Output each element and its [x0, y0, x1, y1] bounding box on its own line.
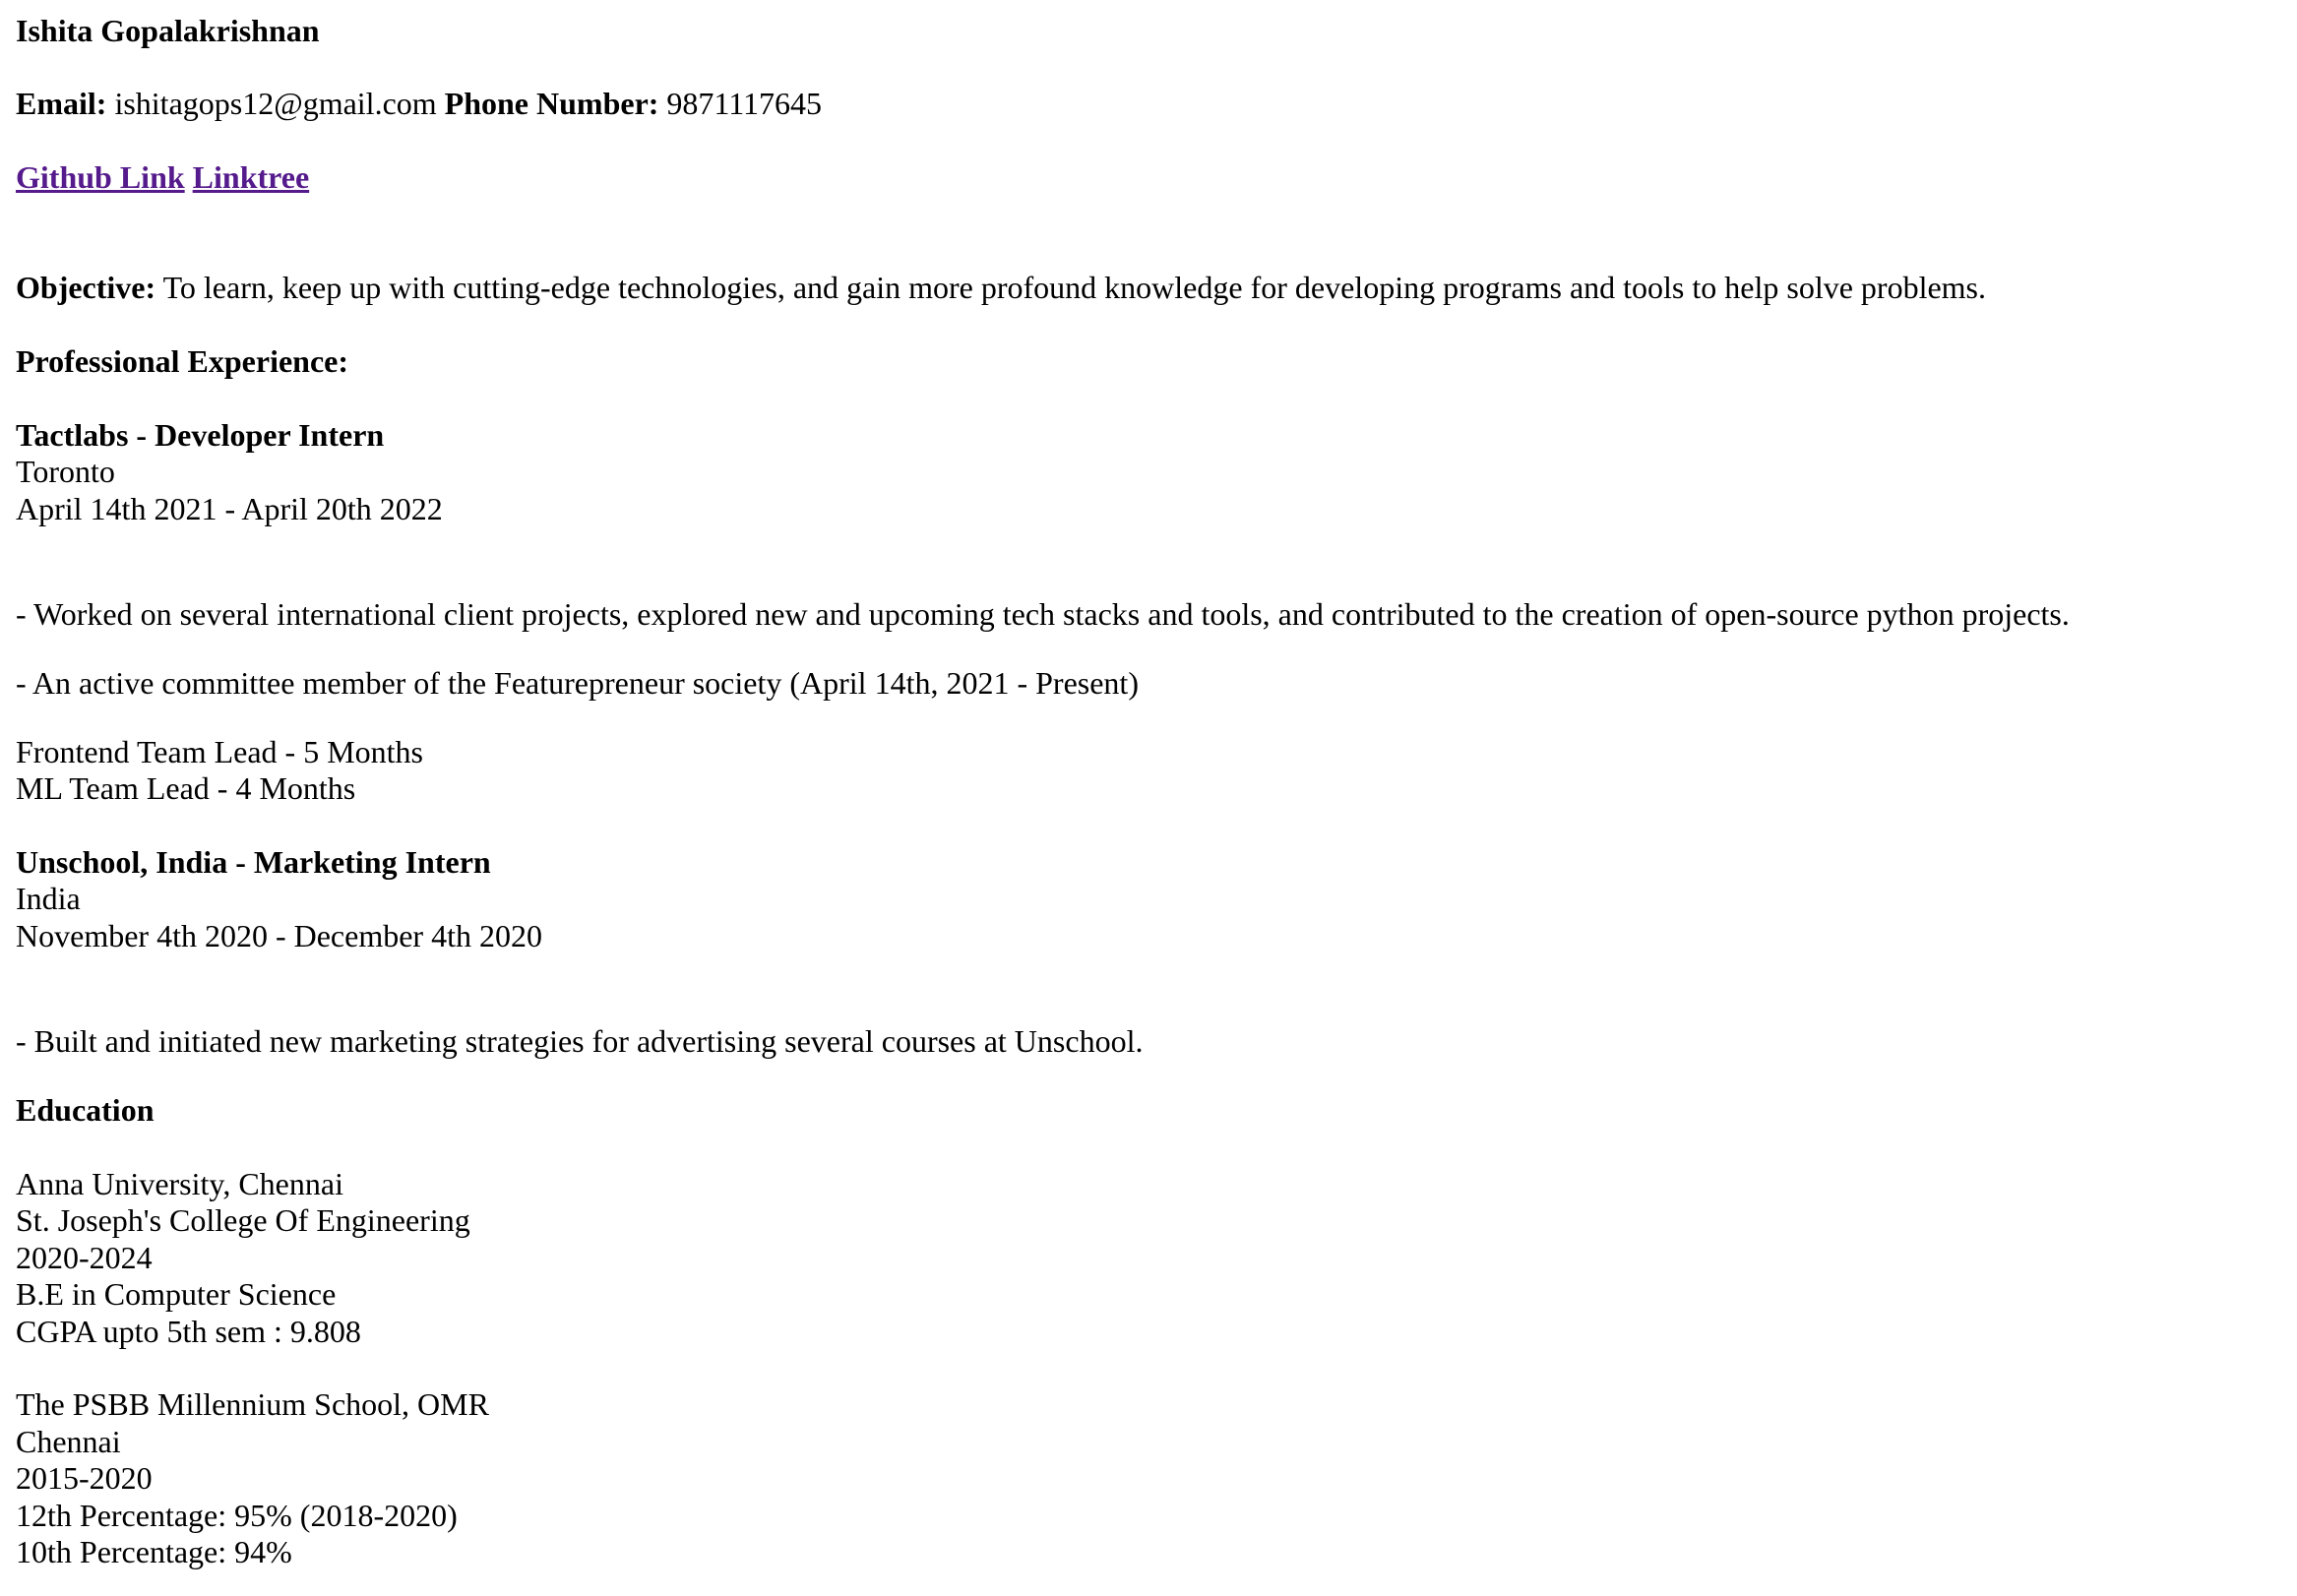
education-line: 2020-2024: [16, 1240, 153, 1275]
objective-text: To learn, keep up with cutting-edge tech…: [162, 270, 1986, 305]
job-point: - Built and initiated new marketing stra…: [16, 1023, 1144, 1059]
job-dates: April 14th 2021 - April 20th 2022: [16, 491, 443, 526]
education-line: Chennai: [16, 1424, 121, 1459]
email-label: Email:: [16, 86, 107, 121]
education-line: Anna University, Chennai: [16, 1166, 343, 1201]
education-line: St. Joseph's College Of Engineering: [16, 1202, 470, 1238]
education-line: 2015-2020: [16, 1460, 153, 1496]
job-location: India: [16, 881, 81, 916]
job-title: Unschool, India - Marketing Intern: [16, 844, 491, 880]
education-line: 12th Percentage: 95% (2018-2020): [16, 1498, 458, 1533]
contact-line: Email: ishitagops12@gmail.com Phone Numb…: [16, 85, 822, 122]
phone-value: 9871117645: [666, 86, 823, 121]
profile-links: Github Link Linktree: [16, 158, 309, 196]
job-point: - An active committee member of the Feat…: [16, 665, 1139, 701]
job-role: Frontend Team Lead - 5 Months: [16, 734, 423, 769]
education-line: The PSBB Millennium School, OMR: [16, 1386, 489, 1422]
job-dates: November 4th 2020 - December 4th 2020: [16, 918, 542, 953]
objective-label: Objective:: [16, 270, 156, 305]
phone-label: Phone Number:: [444, 86, 659, 121]
github-link[interactable]: Github Link: [16, 159, 185, 195]
resume-name: Ishita Gopalakrishnan: [16, 13, 320, 48]
education-heading: Education: [16, 1092, 155, 1128]
linktree-link[interactable]: Linktree: [193, 159, 310, 195]
job-role: ML Team Lead - 4 Months: [16, 770, 356, 806]
education-line: 10th Percentage: 94%: [16, 1534, 292, 1569]
job-title: Tactlabs - Developer Intern: [16, 417, 385, 453]
education-line: B.E in Computer Science: [16, 1276, 337, 1312]
objective-line: Objective: To learn, keep up with cuttin…: [16, 269, 1986, 306]
job-point: - Worked on several international client…: [16, 596, 2070, 632]
experience-heading: Professional Experience:: [16, 343, 349, 379]
email-value: ishitagops12@gmail.com: [114, 86, 437, 121]
education-line: CGPA upto 5th sem : 9.808: [16, 1314, 361, 1349]
job-location: Toronto: [16, 454, 115, 489]
